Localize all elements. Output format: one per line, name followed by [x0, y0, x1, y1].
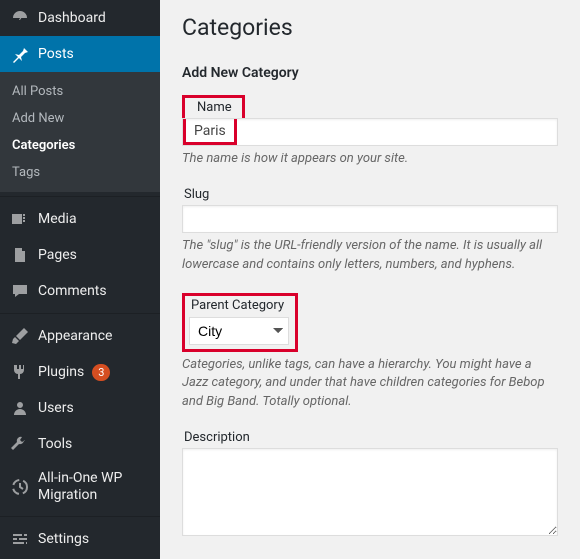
sidebar-label: Dashboard: [38, 10, 106, 26]
sidebar-label: Users: [38, 400, 74, 416]
parent-label: Parent Category: [189, 298, 289, 313]
parent-highlight: Parent Category City: [182, 293, 298, 352]
sidebar-item-appearance[interactable]: Appearance: [0, 318, 160, 354]
sidebar-label: Settings: [38, 531, 89, 547]
sidebar-label: Comments: [38, 283, 107, 299]
sidebar-label: Plugins: [38, 364, 84, 380]
slug-input[interactable]: [182, 205, 558, 233]
parent-select[interactable]: City: [189, 317, 289, 345]
submenu-categories[interactable]: Categories: [0, 132, 160, 159]
sidebar-item-users[interactable]: Users: [0, 390, 160, 426]
sidebar-label: All-in-One WP Migration: [38, 470, 152, 504]
media-icon: [10, 209, 30, 229]
name-input-wrapper[interactable]: Paris: [182, 118, 558, 146]
sidebar-item-dashboard[interactable]: Dashboard: [0, 0, 160, 36]
name-label: Name: [191, 100, 232, 115]
parent-description: Categories, unlike tags, can have a hier…: [182, 356, 558, 413]
sidebar-label: Media: [38, 211, 77, 227]
user-icon: [10, 398, 30, 418]
pages-icon: [10, 245, 30, 265]
sidebar-label: Appearance: [38, 328, 112, 344]
posts-submenu: All Posts Add New Categories Tags: [0, 72, 160, 192]
sliders-icon: [10, 529, 30, 549]
name-description: The name is how it appears on your site.: [182, 150, 558, 169]
brush-icon: [10, 326, 30, 346]
main-content: Categories Add New Category Name Paris T…: [160, 0, 580, 559]
sidebar-label: Tools: [38, 436, 72, 452]
sidebar-separator: [0, 516, 160, 521]
description-label: Description: [182, 430, 558, 445]
sidebar-item-plugins[interactable]: Plugins 3: [0, 354, 160, 390]
page-title: Categories: [182, 14, 558, 41]
dashboard-icon: [10, 8, 30, 28]
sidebar-item-tools[interactable]: Tools: [0, 426, 160, 462]
sidebar-item-migration[interactable]: All-in-One WP Migration: [0, 462, 160, 512]
comments-icon: [10, 281, 30, 301]
slug-description: The "slug" is the URL-friendly version o…: [182, 237, 558, 275]
section-title: Add New Category: [182, 65, 558, 81]
sidebar-item-posts[interactable]: Posts: [0, 36, 160, 72]
migration-icon: [10, 477, 30, 497]
name-field: Name Paris The name is how it appears on…: [182, 95, 558, 169]
submenu-tags[interactable]: Tags: [0, 159, 160, 186]
slug-label: Slug: [182, 187, 558, 202]
sidebar-item-media[interactable]: Media: [0, 201, 160, 237]
submenu-add-new[interactable]: Add New: [0, 105, 160, 132]
admin-sidebar: Dashboard Posts All Posts Add New Catego…: [0, 0, 160, 559]
sidebar-separator: [0, 313, 160, 318]
name-input-value: Paris: [183, 119, 237, 145]
sidebar-item-settings[interactable]: Settings: [0, 521, 160, 557]
sidebar-label: Pages: [38, 247, 77, 263]
parent-field: Parent Category City Categories, unlike …: [182, 293, 558, 413]
sidebar-item-pages[interactable]: Pages: [0, 237, 160, 273]
sidebar-label: Posts: [38, 46, 74, 62]
slug-field: Slug The "slug" is the URL-friendly vers…: [182, 187, 558, 275]
name-highlight-top: Name: [182, 95, 245, 118]
submenu-all-posts[interactable]: All Posts: [0, 78, 160, 105]
update-badge: 3: [92, 364, 110, 381]
description-textarea[interactable]: [182, 448, 558, 536]
sidebar-item-comments[interactable]: Comments: [0, 273, 160, 309]
wrench-icon: [10, 434, 30, 454]
pin-icon: [10, 44, 30, 64]
sidebar-separator: [0, 196, 160, 201]
plug-icon: [10, 362, 30, 382]
description-field: Description: [182, 430, 558, 540]
